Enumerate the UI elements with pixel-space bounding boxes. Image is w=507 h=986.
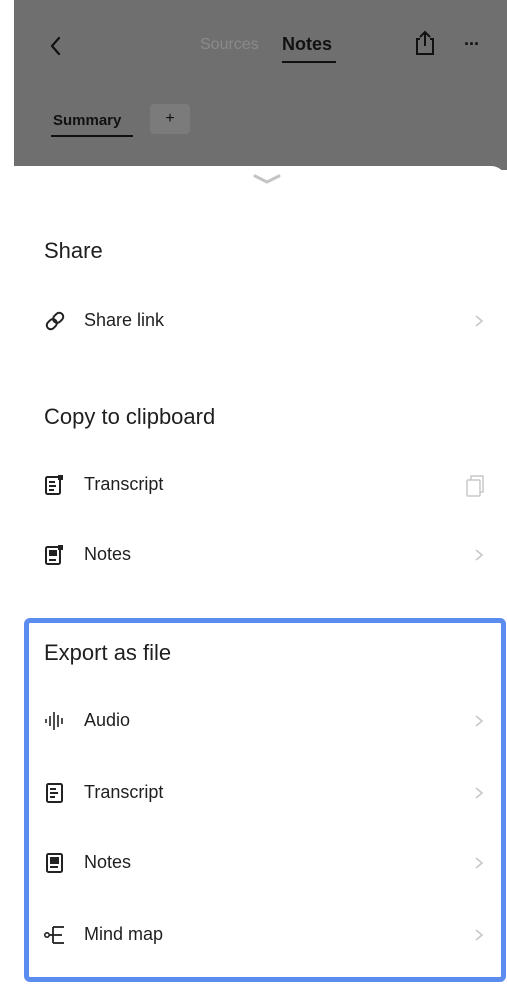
chevron-right-icon [475,315,484,327]
copy-section-title: Copy to clipboard [44,404,216,429]
link-icon [45,311,65,331]
copy-icon[interactable] [464,474,486,498]
share-section-title: Share [44,238,103,263]
export-mind-map-label: Mind map [84,924,164,944]
more-icon[interactable]: ··· [464,34,480,55]
dimmed-header [14,0,507,170]
notes-icon [46,853,63,873]
export-audio-label: Audio [84,710,131,730]
tab-notes[interactable]: Notes [282,34,332,55]
transcript-icon [45,475,63,495]
chevron-right-icon [475,857,484,869]
export-audio-row[interactable]: Audio [44,700,494,740]
tab-summary[interactable]: Summary [53,112,121,129]
tab-sources[interactable]: Sources [200,36,259,54]
share-link-label: Share link [84,310,165,330]
chevron-right-icon [475,929,484,941]
export-notes-label: Notes [84,852,132,872]
chevron-right-icon [475,715,484,727]
export-notes-row[interactable]: Notes [44,842,494,882]
copy-notes-row[interactable]: Notes [44,534,494,574]
copy-transcript-row[interactable]: Transcript [44,464,494,504]
add-note-button[interactable]: + [150,104,190,134]
chevron-left-icon[interactable] [44,34,68,58]
chevron-right-icon [475,549,484,561]
transcript-icon [46,783,63,803]
export-transcript-label: Transcript [84,782,164,802]
mind-map-icon [44,926,64,944]
export-section-title: Export as file [44,640,172,665]
tab-active-indicator [282,61,336,63]
share-icon[interactable] [414,30,436,56]
notes-icon [45,545,63,565]
audio-waveform-icon [45,712,63,730]
copy-transcript-label: Transcript [84,474,164,494]
share-link-row[interactable]: Share link [44,300,494,340]
chevron-right-icon [475,787,484,799]
copy-notes-label: Notes [84,544,132,564]
export-transcript-row[interactable]: Transcript [44,772,494,812]
summary-active-indicator [51,135,133,137]
export-mind-map-row[interactable]: Mind map [44,914,494,954]
sheet-handle-icon[interactable] [252,172,282,186]
